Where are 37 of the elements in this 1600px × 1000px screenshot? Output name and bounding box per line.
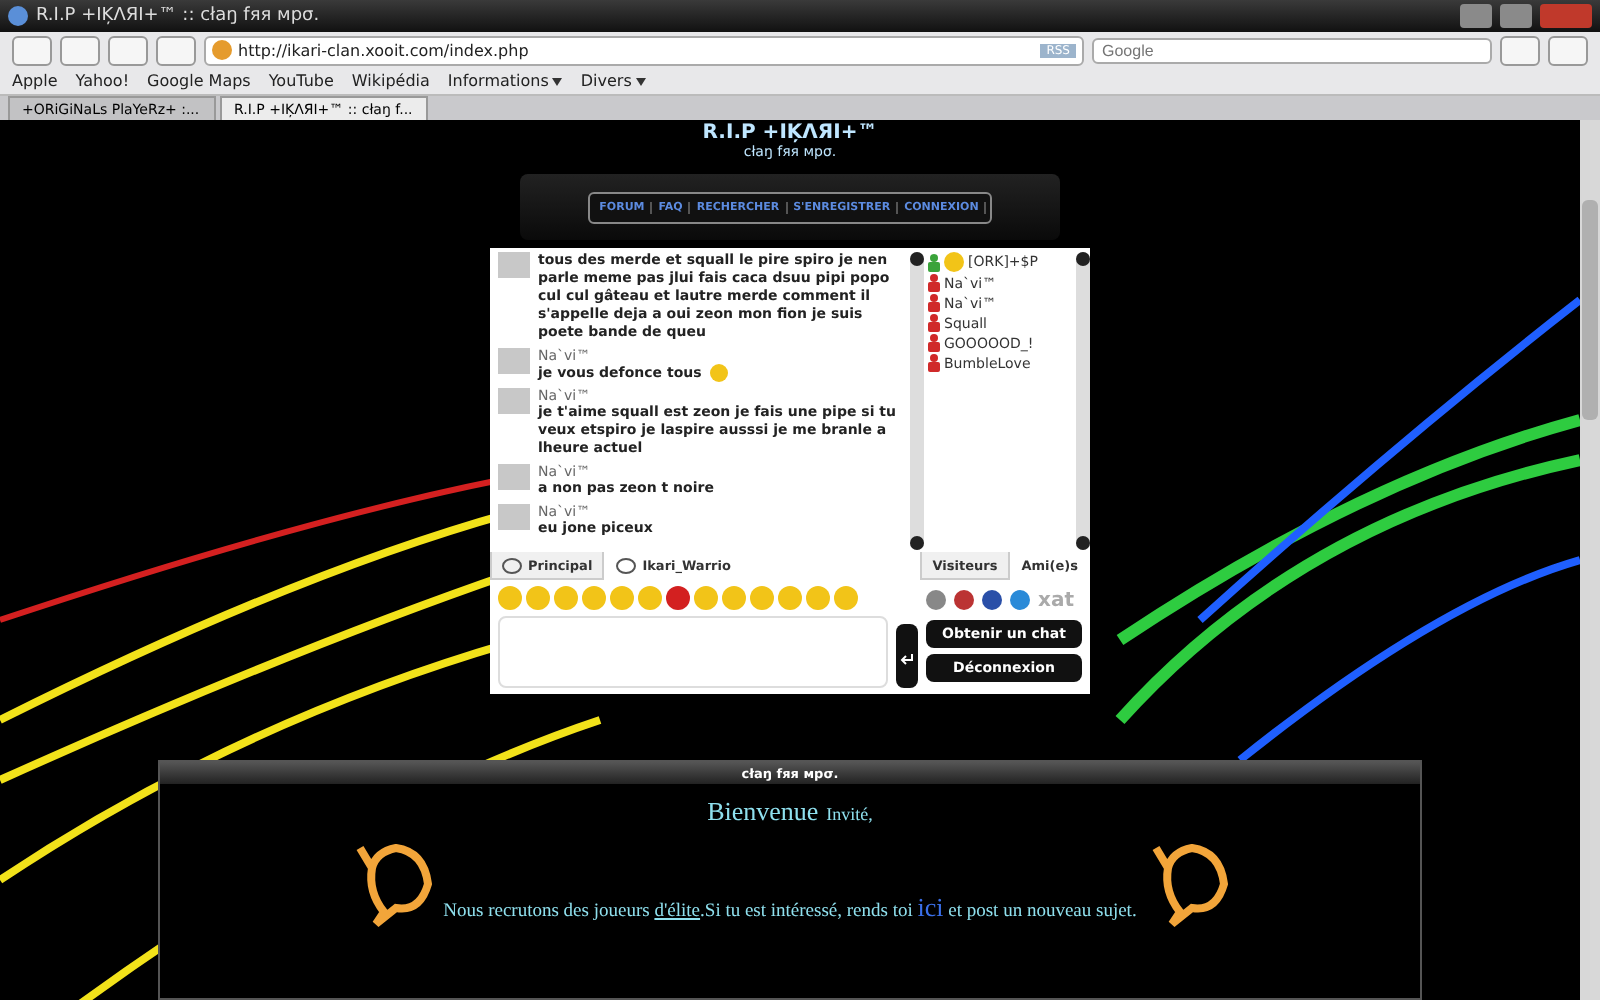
bookmark-menu[interactable]: Informations <box>447 72 563 90</box>
send-button[interactable] <box>896 624 918 688</box>
avatar-placeholder <box>498 348 530 374</box>
here-link[interactable]: ici <box>917 892 944 922</box>
avatar-placeholder <box>498 252 530 278</box>
avatar-placeholder <box>498 504 530 531</box>
close-icon[interactable] <box>1540 4 1592 28</box>
scrollbar[interactable] <box>1076 252 1090 550</box>
bookmark-link[interactable]: Wikipédia <box>351 72 430 90</box>
bookmark-link[interactable]: Yahoo! <box>75 72 130 90</box>
caret-icon <box>635 78 646 86</box>
welcome-text: Bienvenue <box>707 796 819 828</box>
add-bookmark-button[interactable] <box>156 35 196 65</box>
message-input[interactable] <box>498 616 888 688</box>
window-title: R.I.P +IĶΛЯI+™ :: cłaŋ fяя мpσ. <box>36 6 322 26</box>
return-arrow-icon <box>900 653 914 665</box>
scrollbar[interactable] <box>910 252 924 550</box>
url-text: http://ikari-clan.xooit.com/index.php <box>238 41 531 59</box>
caret-icon <box>552 78 563 86</box>
page-menu-button[interactable] <box>1500 35 1540 65</box>
avatar-placeholder <box>498 464 530 491</box>
search-field[interactable]: Google <box>1092 37 1492 63</box>
recruit-sentence: Nous recrutons des joueurs d'élite.Si tu est intéressé, rends toi ici et post un nouveau sujet. <box>443 892 1137 924</box>
settings-button[interactable] <box>1548 35 1588 65</box>
bookmark-link[interactable]: YouTube <box>268 72 334 90</box>
avatar-placeholder <box>498 388 530 415</box>
person-icon <box>928 253 940 271</box>
stop-button[interactable] <box>108 35 148 65</box>
bookmark-link[interactable]: Google Maps <box>147 72 251 90</box>
back-forward-button[interactable] <box>12 35 52 65</box>
site-title: R.I.P +IĶΛЯI+™ <box>702 122 878 144</box>
bookmark-menu[interactable]: Divers <box>580 72 646 90</box>
home-button[interactable] <box>60 35 100 65</box>
bookmark-link[interactable]: Apple <box>12 72 58 90</box>
page-scrollbar[interactable] <box>1580 120 1600 1000</box>
elite-link[interactable]: d'élite <box>654 902 701 922</box>
guest-name: Invité, <box>826 804 873 824</box>
